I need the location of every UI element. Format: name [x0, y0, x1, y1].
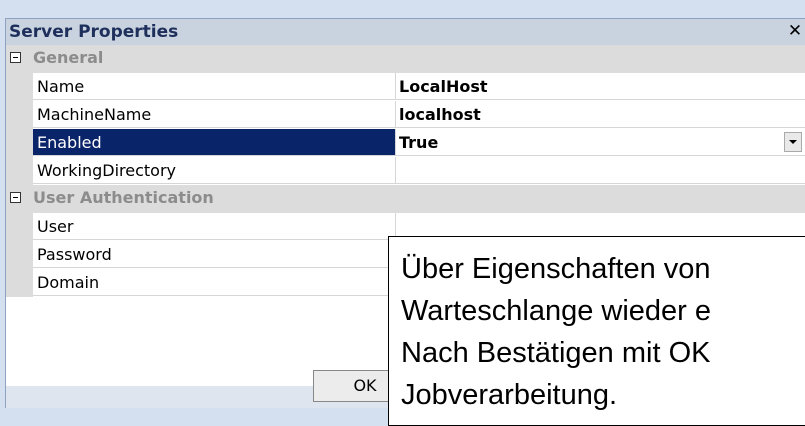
property-row-name[interactable]: Name LocalHost [6, 73, 805, 101]
row-gutter [6, 157, 33, 185]
row-gutter [6, 269, 33, 297]
close-icon[interactable]: ✕ [785, 21, 805, 41]
category-user-authentication[interactable]: User Authentication [6, 185, 805, 213]
callout-line: Über Eigenschaften von [401, 253, 711, 285]
dialog-title: Server Properties [9, 22, 179, 42]
property-name[interactable]: Password [33, 241, 395, 268]
row-gutter [6, 213, 33, 241]
row-gutter [6, 101, 33, 129]
chevron-down-icon[interactable] [784, 132, 802, 152]
row-gutter [6, 73, 33, 101]
category-general[interactable]: General [6, 45, 805, 73]
callout-line: Jobverarbeitung. [401, 379, 618, 411]
property-name[interactable]: Domain [33, 269, 395, 296]
property-name[interactable]: MachineName [33, 101, 395, 128]
property-row-machinename[interactable]: MachineName localhost [6, 101, 805, 129]
property-name[interactable]: Name [33, 73, 395, 100]
property-value[interactable]: True [395, 129, 805, 156]
category-label: User Authentication [33, 188, 214, 207]
collapse-icon[interactable] [10, 52, 21, 63]
row-gutter [6, 129, 33, 157]
property-row-workingdirectory[interactable]: WorkingDirectory [6, 157, 805, 185]
callout-line: Warteschlange wieder e [401, 295, 712, 327]
collapse-icon[interactable] [10, 192, 21, 203]
instruction-callout: Über Eigenschaften von Warteschlange wie… [388, 236, 805, 426]
property-value[interactable] [395, 157, 805, 184]
row-gutter [6, 241, 33, 269]
property-name[interactable]: User [33, 213, 395, 240]
property-name[interactable]: WorkingDirectory [33, 157, 395, 184]
title-bar: Server Properties ✕ [6, 19, 805, 46]
property-value[interactable]: localhost [395, 101, 805, 128]
property-row-enabled[interactable]: Enabled True [6, 129, 805, 157]
category-label: General [33, 48, 104, 67]
property-name[interactable]: Enabled [33, 129, 395, 156]
callout-line: Nach Bestätigen mit OK [401, 337, 711, 369]
property-value[interactable]: LocalHost [395, 73, 805, 100]
